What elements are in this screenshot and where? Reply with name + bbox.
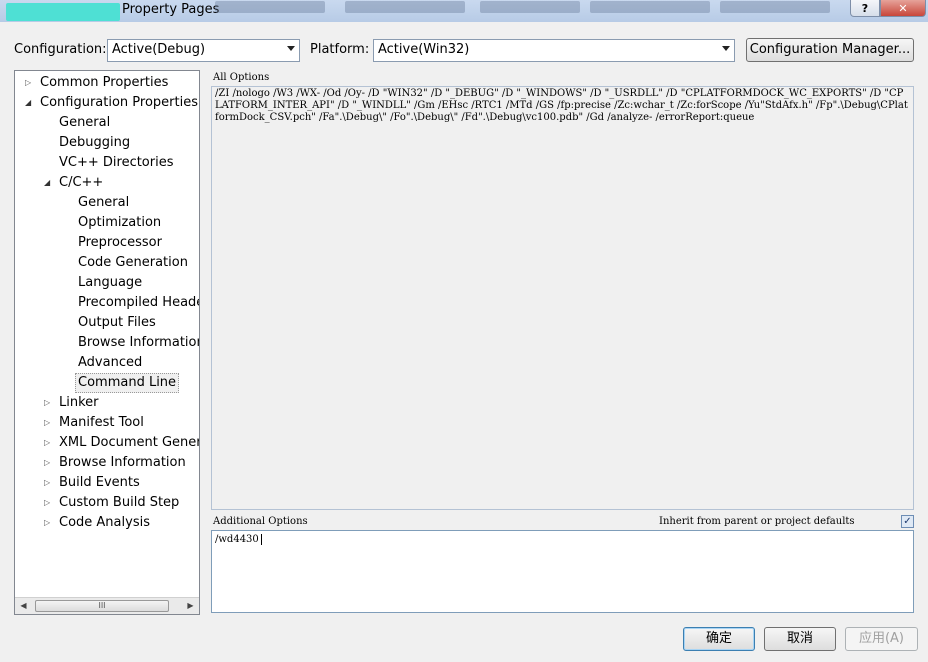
tree-item-cpp-general[interactable]: General (78, 193, 129, 213)
close-button[interactable]: ✕ (880, 0, 926, 17)
help-button[interactable]: ? (850, 0, 880, 17)
tree-horizontal-scrollbar[interactable]: ◀ III ▶ (15, 597, 199, 614)
tree-item-debugging[interactable]: Debugging (59, 133, 130, 153)
tree-item-xml-document-generator[interactable]: XML Document Generat (59, 433, 199, 453)
ok-button[interactable]: 确定 (683, 627, 755, 651)
all-options-label: All Options (213, 72, 270, 83)
background-window-blur (720, 1, 830, 13)
expand-arrow-icon[interactable]: ▷ (44, 473, 50, 493)
tree-item-manifest-tool[interactable]: Manifest Tool (59, 413, 144, 433)
tree-item-common-properties[interactable]: Common Properties (40, 73, 168, 93)
inherit-checkbox[interactable]: ✓ (901, 515, 914, 528)
platform-dropdown[interactable]: Active(Win32) (373, 39, 735, 62)
collapse-arrow-icon[interactable]: ◢ (25, 93, 31, 113)
tree-item-custom-build-step[interactable]: Custom Build Step (59, 493, 179, 513)
tree-item-vc-directories[interactable]: VC++ Directories (59, 153, 174, 173)
chevron-down-icon (287, 46, 295, 51)
property-tree: ▷ Common Properties ◢ Configuration Prop… (14, 70, 200, 615)
tree-item-advanced[interactable]: Advanced (78, 353, 142, 373)
expand-arrow-icon[interactable]: ▷ (44, 493, 50, 513)
tree-item-output-files[interactable]: Output Files (78, 313, 156, 333)
configuration-dropdown[interactable]: Active(Debug) (107, 39, 300, 62)
background-window-blur (480, 1, 580, 13)
scroll-left-icon[interactable]: ◀ (15, 598, 32, 614)
additional-options-label: Additional Options (213, 516, 308, 527)
title-bar: Property Pages ? ✕ (0, 0, 928, 22)
expand-arrow-icon[interactable]: ▷ (25, 73, 31, 93)
apply-button[interactable]: 应用(A) (845, 627, 918, 651)
configuration-label: Configuration: (14, 42, 107, 57)
tree-item-browse-information[interactable]: Browse Information (78, 333, 199, 353)
property-pages-window: Property Pages ? ✕ Configuration: Active… (0, 0, 928, 662)
tree-item-optimization[interactable]: Optimization (78, 213, 161, 233)
background-window-blur (345, 1, 465, 13)
tree-item-linker[interactable]: Linker (59, 393, 99, 413)
tree-item-command-line[interactable]: Command Line (75, 373, 180, 393)
tree-item-code-analysis[interactable]: Code Analysis (59, 513, 150, 533)
tree-item-general[interactable]: General (59, 113, 110, 133)
tree-item-code-generation[interactable]: Code Generation (78, 253, 188, 273)
platform-label: Platform: (310, 42, 370, 57)
scroll-right-icon[interactable]: ▶ (182, 598, 199, 614)
all-options-text: /ZI /nologo /W3 /WX- /Od /Oy- /D "WIN32"… (211, 86, 914, 510)
configuration-manager-button[interactable]: Configuration Manager... (746, 38, 914, 62)
inherit-label: Inherit from parent or project defaults (659, 516, 855, 527)
platform-value: Active(Win32) (378, 42, 470, 57)
tree-item-configuration-properties[interactable]: Configuration Properties (40, 93, 198, 113)
collapse-arrow-icon[interactable]: ◢ (44, 173, 50, 193)
expand-arrow-icon[interactable]: ▷ (44, 413, 50, 433)
tree-item-browse-information-root[interactable]: Browse Information (59, 453, 186, 473)
expand-arrow-icon[interactable]: ▷ (44, 513, 50, 533)
tree-item-build-events[interactable]: Build Events (59, 473, 140, 493)
tree-item-c-cpp[interactable]: C/C++ (59, 173, 103, 193)
tree-item-preprocessor[interactable]: Preprocessor (78, 233, 162, 253)
tree-item-precompiled-header[interactable]: Precompiled Header (78, 293, 199, 313)
window-title: Property Pages (122, 2, 220, 17)
background-window-blur (590, 1, 710, 13)
text-caret (260, 534, 262, 545)
expand-arrow-icon[interactable]: ▷ (44, 453, 50, 473)
expand-arrow-icon[interactable]: ▷ (44, 393, 50, 413)
tree-item-language[interactable]: Language (78, 273, 142, 293)
additional-options-input[interactable]: /wd4430 (211, 530, 914, 613)
app-icon (6, 3, 120, 21)
expand-arrow-icon[interactable]: ▷ (44, 433, 50, 453)
scrollbar-thumb[interactable]: III (35, 600, 169, 612)
additional-options-value: /wd4430 (215, 534, 259, 545)
cancel-button[interactable]: 取消 (764, 627, 836, 651)
chevron-down-icon (722, 46, 730, 51)
configuration-value: Active(Debug) (112, 42, 206, 57)
background-window-blur (215, 1, 325, 13)
